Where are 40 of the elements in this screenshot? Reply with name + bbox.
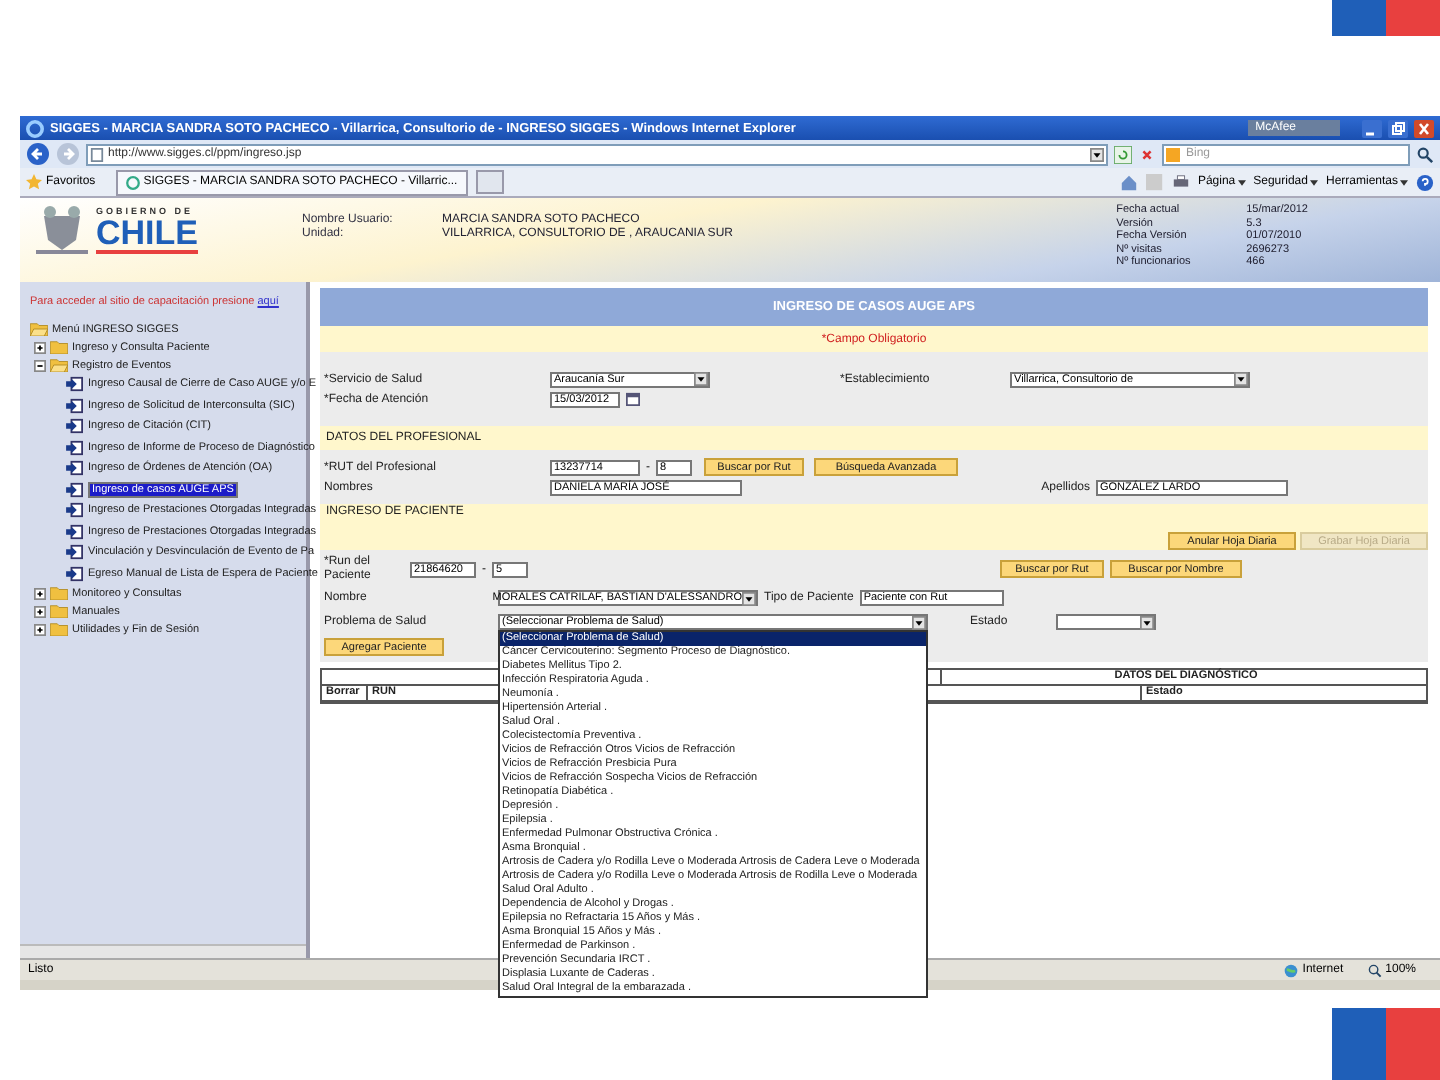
expand-icon[interactable] <box>34 341 46 353</box>
close-button[interactable] <box>1414 119 1434 137</box>
help-icon[interactable] <box>1416 173 1434 191</box>
magnifier-icon <box>1367 963 1382 977</box>
browser-logo-icon <box>26 119 44 137</box>
star-icon <box>26 174 42 190</box>
back-button[interactable] <box>26 142 50 166</box>
globe-icon <box>1284 963 1299 977</box>
dropdown-arrow-icon <box>912 615 926 629</box>
logo-text: CHILE <box>96 216 198 254</box>
expand-icon[interactable] <box>34 587 46 599</box>
minimize-button[interactable] <box>1362 119 1382 137</box>
caret-icon <box>1309 179 1318 185</box>
flag-stripe <box>1332 0 1440 36</box>
page-icon <box>90 147 104 161</box>
dropdown-arrow-icon <box>694 372 708 386</box>
printer-icon[interactable] <box>1171 173 1190 191</box>
refresh-button[interactable] <box>1114 145 1132 163</box>
page-icon <box>125 175 140 189</box>
search-engine-icon <box>1166 147 1180 161</box>
expand-icon[interactable] <box>34 605 46 617</box>
home-icon[interactable] <box>1119 173 1138 191</box>
dropdown-arrow-icon <box>1140 615 1154 629</box>
expand-icon[interactable] <box>34 623 46 635</box>
select-field[interactable] <box>1056 614 1156 630</box>
coat-of-arms-icon <box>32 202 92 258</box>
open-folder-icon <box>50 358 68 372</box>
dropdown-arrow-icon <box>1090 147 1104 161</box>
folder-icon <box>50 340 68 354</box>
restore-button[interactable] <box>1388 119 1408 137</box>
dropdown-arrow-icon <box>1234 372 1248 386</box>
collapse-icon[interactable] <box>34 359 46 371</box>
stop-button[interactable] <box>1138 145 1156 163</box>
caret-icon <box>1237 179 1246 185</box>
search-icon[interactable] <box>1416 145 1434 163</box>
dropdown-arrow-icon <box>742 591 756 605</box>
calendar-icon[interactable] <box>626 392 640 406</box>
flag-stripe <box>1332 1008 1440 1080</box>
scrollbar[interactable] <box>20 944 306 958</box>
caret-icon <box>1400 179 1408 185</box>
